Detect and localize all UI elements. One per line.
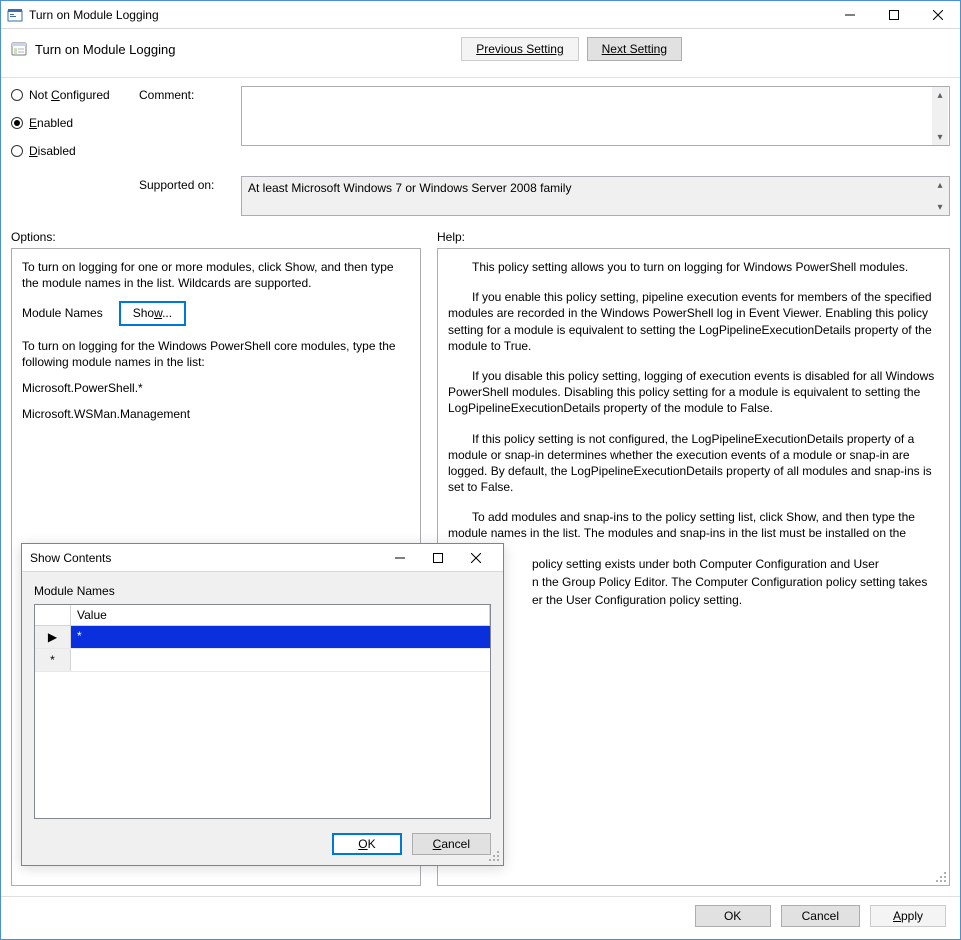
radio-icon <box>11 89 23 101</box>
help-panel: This policy setting allows you to turn o… <box>437 248 950 886</box>
dialog-close-button[interactable] <box>457 544 495 571</box>
options-p2: To turn on logging for the Windows Power… <box>22 338 410 370</box>
grid-row[interactable]: ▶* <box>35 626 490 649</box>
dialog-body: Module Names Value ▶** <box>22 572 503 825</box>
resize-grip-icon[interactable] <box>935 871 947 883</box>
grid-corner[interactable] <box>35 605 71 625</box>
policy-header: Turn on Module Logging Previous Setting … <box>1 29 960 78</box>
titlebar-text: Turn on Module Logging <box>29 8 828 22</box>
dialog-maximize-button[interactable] <box>419 544 457 571</box>
help-p8: er the User Configuration policy setting… <box>448 592 939 608</box>
grid-value-cell[interactable]: * <box>71 626 490 648</box>
supported-scrollbar[interactable]: ▴ ▾ <box>932 177 948 215</box>
grid-row[interactable]: * <box>35 649 490 672</box>
scroll-down-icon[interactable]: ▾ <box>932 129 948 145</box>
options-p4: Microsoft.WSMan.Management <box>22 406 410 422</box>
policy-icon <box>11 41 27 57</box>
module-names-label: Module Names <box>22 305 103 321</box>
options-label: Options: <box>11 230 421 244</box>
help-p7: n the Group Policy Editor. The Computer … <box>448 574 939 590</box>
help-p2: If you enable this policy setting, pipel… <box>448 289 939 354</box>
grid-col-value[interactable]: Value <box>71 605 490 625</box>
dialog-resize-grip-icon[interactable] <box>488 850 500 862</box>
supported-row: Supported on: At least Microsoft Windows… <box>11 176 950 216</box>
grid-row-marker[interactable]: * <box>35 649 71 671</box>
next-setting-button[interactable]: Next Setting <box>587 37 682 61</box>
panels: To turn on logging for one or more modul… <box>1 248 960 896</box>
dialog-label: Module Names <box>34 584 491 598</box>
radio-not-configured[interactable]: Not Configured <box>11 88 121 102</box>
dialog-footer-main: OK Cancel Apply <box>1 896 960 939</box>
radio-icon <box>11 117 23 129</box>
main-ok-button[interactable]: OK <box>695 905 771 927</box>
options-p1: To turn on logging for one or more modul… <box>22 259 410 291</box>
help-label: Help: <box>437 230 950 244</box>
radio-enabled[interactable]: Enabled <box>11 116 121 130</box>
supported-label: Supported on: <box>139 176 223 216</box>
dialog-cancel-button[interactable]: Cancel <box>412 833 491 855</box>
window-controls <box>828 1 960 28</box>
scroll-up-icon[interactable]: ▴ <box>932 177 948 193</box>
grid-row-marker[interactable]: ▶ <box>35 626 71 648</box>
section-labels: Options: Help: <box>1 226 960 248</box>
gpedit-window: Turn on Module Logging Turn on Module Lo… <box>0 0 961 940</box>
comment-label: Comment: <box>139 86 223 158</box>
dialog-title: Show Contents <box>30 551 381 565</box>
grid-value-cell[interactable] <box>71 649 490 671</box>
gpedit-icon <box>7 7 23 23</box>
dialog-window-controls <box>381 544 495 571</box>
radio-icon <box>11 145 23 157</box>
comment-field-wrap: ▴ ▾ <box>241 86 950 158</box>
options-p3: Microsoft.PowerShell.* <box>22 380 410 396</box>
dialog-footer: OK Cancel <box>22 825 503 865</box>
help-p3: If you disable this policy setting, logg… <box>448 368 939 417</box>
show-contents-dialog: Show Contents Module Names <box>21 543 504 866</box>
dialog-minimize-button[interactable] <box>381 544 419 571</box>
supported-text: At least Microsoft Windows 7 or Windows … <box>248 181 571 195</box>
comment-scrollbar[interactable]: ▴ ▾ <box>932 87 948 145</box>
maximize-button[interactable] <box>872 1 916 28</box>
config-top: Not Configured Enabled Disabled Comment:… <box>11 86 950 158</box>
help-p4: If this policy setting is not configured… <box>448 431 939 496</box>
dialog-titlebar: Show Contents <box>22 544 503 572</box>
comment-textbox[interactable]: ▴ ▾ <box>241 86 950 146</box>
help-p5: To add modules and snap-ins to the polic… <box>448 509 939 541</box>
policy-title: Turn on Module Logging <box>35 42 175 57</box>
config-zone: Not Configured Enabled Disabled Comment:… <box>1 78 960 226</box>
module-names-row: Module Names Show... <box>22 301 410 325</box>
close-button[interactable] <box>916 1 960 28</box>
dialog-ok-button[interactable]: OK <box>332 833 401 855</box>
help-p1: This policy setting allows you to turn o… <box>448 259 939 275</box>
module-names-grid[interactable]: Value ▶** <box>34 604 491 819</box>
previous-setting-button: Previous Setting <box>461 37 578 61</box>
state-radios: Not Configured Enabled Disabled <box>11 86 121 158</box>
scroll-up-icon[interactable]: ▴ <box>932 87 948 103</box>
scroll-down-icon[interactable]: ▾ <box>932 199 948 215</box>
radio-disabled[interactable]: Disabled <box>11 144 121 158</box>
titlebar: Turn on Module Logging <box>1 1 960 29</box>
grid-header: Value <box>35 605 490 626</box>
show-button[interactable]: Show... <box>119 301 186 325</box>
minimize-button[interactable] <box>828 1 872 28</box>
main-apply-button: Apply <box>870 905 946 927</box>
help-p6: policy setting exists under both Compute… <box>448 556 939 572</box>
supported-field: At least Microsoft Windows 7 or Windows … <box>241 176 950 216</box>
main-cancel-button[interactable]: Cancel <box>781 905 860 927</box>
